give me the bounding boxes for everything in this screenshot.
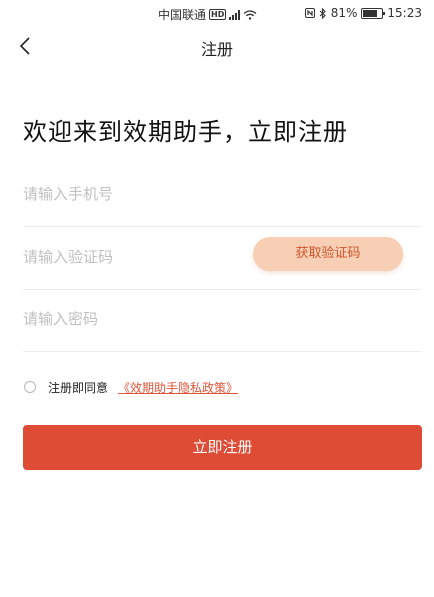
battery-icon (361, 7, 386, 19)
password-input[interactable] (23, 289, 243, 349)
verification-code-input[interactable] (23, 227, 243, 287)
code-field-row: 获取验证码 (23, 227, 421, 290)
status-left: 中国联通 HD (158, 6, 257, 23)
nav-bar: 注册 (0, 28, 434, 64)
phone-input[interactable] (23, 164, 243, 224)
clock: 15:23 (387, 6, 422, 20)
signal-icon (229, 9, 241, 20)
privacy-policy-link[interactable]: 《效期助手隐私政策》 (118, 379, 238, 396)
register-button[interactable]: 立即注册 (23, 425, 422, 470)
password-field-row (23, 289, 421, 352)
phone-field-row (23, 164, 421, 227)
agreement-text: 注册即同意 (48, 380, 109, 395)
get-code-button[interactable]: 获取验证码 (253, 237, 403, 271)
hd-badge: HD (209, 9, 227, 20)
agreement-row: 注册即同意 《效期助手隐私政策》 (24, 378, 238, 396)
carrier-label: 中国联通 (158, 8, 207, 22)
wifi-icon (243, 9, 257, 20)
nfc-icon (304, 8, 315, 18)
status-right: 81% 15:23 (304, 6, 422, 20)
welcome-heading: 欢迎来到效期助手，立即注册 (23, 118, 348, 146)
page-title: 注册 (200, 40, 233, 59)
bluetooth-icon (319, 7, 326, 19)
status-bar: 中国联通 HD 81% 15:23 (0, 0, 434, 26)
battery-percent: 81% (330, 6, 358, 20)
agree-radio[interactable] (24, 381, 36, 393)
